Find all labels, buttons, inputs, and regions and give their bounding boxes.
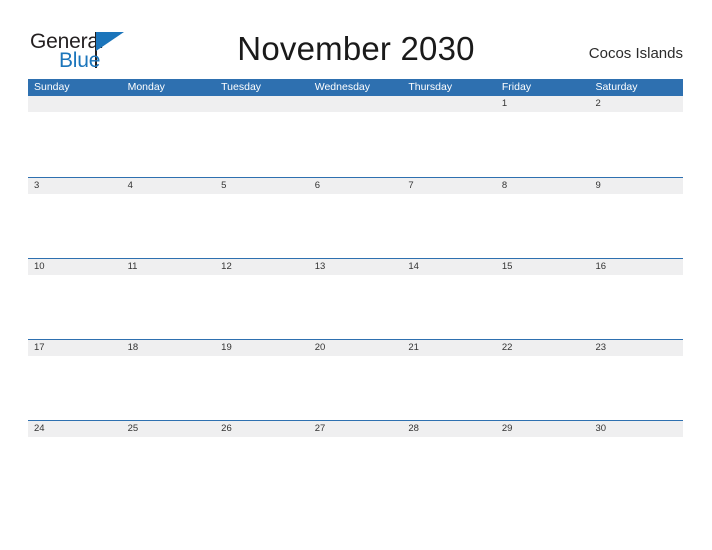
day-cell-date[interactable]: 17	[28, 340, 122, 356]
day-cell-body[interactable]	[28, 275, 122, 339]
weekday-tuesday: Tuesday	[221, 81, 262, 93]
day-cell-date[interactable]: 30	[589, 421, 683, 437]
day-cell-date[interactable]: 25	[122, 421, 216, 437]
day-cell-date[interactable]: 5	[215, 178, 309, 194]
week-row: 24 25 26 27 28 29 30	[28, 420, 683, 501]
day-cell-date[interactable]: 9	[589, 178, 683, 194]
week-body	[28, 437, 683, 501]
day-cell-body[interactable]	[215, 112, 309, 176]
day-cell-body[interactable]	[589, 194, 683, 258]
day-cell-date[interactable]: 19	[215, 340, 309, 356]
week-body	[28, 194, 683, 258]
weekday-sunday: Sunday	[34, 81, 70, 93]
week-body	[28, 112, 683, 176]
week-date-band: 24 25 26 27 28 29 30	[28, 421, 683, 437]
day-cell-body[interactable]	[28, 437, 122, 501]
location-label: Cocos Islands	[588, 45, 683, 62]
day-cell-body[interactable]	[309, 275, 403, 339]
day-cell-date[interactable]: 1	[496, 96, 590, 112]
day-cell-date[interactable]: 21	[402, 340, 496, 356]
day-cell-body[interactable]	[496, 356, 590, 420]
day-cell-date[interactable]: 24	[28, 421, 122, 437]
weekday-friday: Friday	[501, 81, 532, 93]
page-header: General Blue November 2030 Cocos Islands	[0, 0, 712, 78]
day-cell-date[interactable]	[28, 96, 122, 112]
day-cell-date[interactable]: 14	[402, 259, 496, 275]
day-cell-date[interactable]	[309, 96, 403, 112]
calendar-page: General Blue November 2030 Cocos Islands…	[0, 0, 712, 550]
day-cell-body[interactable]	[309, 356, 403, 420]
day-cell-date[interactable]: 6	[309, 178, 403, 194]
day-cell-body[interactable]	[122, 112, 216, 176]
day-cell-date[interactable]: 12	[215, 259, 309, 275]
week-date-band: 17 18 19 20 21 22 23	[28, 340, 683, 356]
weekday-wednesday: Wednesday	[314, 81, 370, 93]
day-cell-body[interactable]	[215, 356, 309, 420]
day-cell-body[interactable]	[402, 194, 496, 258]
day-cell-body[interactable]	[589, 437, 683, 501]
weekday-thursday: Thursday	[408, 81, 453, 93]
day-cell-body[interactable]	[589, 112, 683, 176]
day-cell-date[interactable]: 22	[496, 340, 590, 356]
day-cell-body[interactable]	[28, 194, 122, 258]
day-cell-date[interactable]: 11	[122, 259, 216, 275]
day-cell-date[interactable]	[215, 96, 309, 112]
day-cell-body[interactable]	[402, 437, 496, 501]
day-cell-body[interactable]	[309, 194, 403, 258]
day-cell-body[interactable]	[215, 194, 309, 258]
day-cell-body[interactable]	[122, 275, 216, 339]
day-cell-body[interactable]	[402, 112, 496, 176]
day-cell-body[interactable]	[28, 356, 122, 420]
day-cell-body[interactable]	[496, 194, 590, 258]
week-date-band: 10 11 12 13 14 15 16	[28, 259, 683, 275]
week-row: 10 11 12 13 14 15 16	[28, 258, 683, 339]
day-cell-body[interactable]	[589, 275, 683, 339]
week-row: 3 4 5 6 7 8 9	[28, 177, 683, 258]
day-cell-date[interactable]: 4	[122, 178, 216, 194]
day-cell-body[interactable]	[122, 437, 216, 501]
day-cell-body[interactable]	[28, 112, 122, 176]
week-body	[28, 356, 683, 420]
day-cell-body[interactable]	[496, 437, 590, 501]
day-cell-body[interactable]	[589, 356, 683, 420]
week-row: 17 18 19 20 21 22 23	[28, 339, 683, 420]
day-cell-body[interactable]	[496, 112, 590, 176]
day-cell-date[interactable]: 2	[589, 96, 683, 112]
day-cell-date[interactable]: 26	[215, 421, 309, 437]
day-cell-body[interactable]	[309, 437, 403, 501]
day-cell-date[interactable]: 20	[309, 340, 403, 356]
day-cell-date[interactable]: 3	[28, 178, 122, 194]
day-cell-date[interactable]: 16	[589, 259, 683, 275]
day-cell-body[interactable]	[122, 194, 216, 258]
day-cell-body[interactable]	[122, 356, 216, 420]
day-cell-date[interactable]: 27	[309, 421, 403, 437]
day-cell-date[interactable]	[122, 96, 216, 112]
week-date-band: 3 4 5 6 7 8 9	[28, 178, 683, 194]
day-cell-date[interactable]: 7	[402, 178, 496, 194]
day-cell-body[interactable]	[402, 356, 496, 420]
day-cell-date[interactable]: 8	[496, 178, 590, 194]
weekday-monday: Monday	[127, 81, 165, 93]
day-cell-body[interactable]	[402, 275, 496, 339]
day-cell-body[interactable]	[215, 437, 309, 501]
day-cell-body[interactable]	[309, 112, 403, 176]
calendar-grid: Sunday Monday Tuesday Wednesday Thursday…	[28, 79, 683, 501]
weekday-header-row: Sunday Monday Tuesday Wednesday Thursday…	[28, 79, 683, 96]
day-cell-date[interactable]: 23	[589, 340, 683, 356]
day-cell-body[interactable]	[496, 275, 590, 339]
week-date-band: 1 2	[28, 96, 683, 112]
day-cell-date[interactable]: 28	[402, 421, 496, 437]
week-row: 1 2	[28, 96, 683, 177]
day-cell-date[interactable]: 18	[122, 340, 216, 356]
day-cell-date[interactable]: 10	[28, 259, 122, 275]
day-cell-date[interactable]: 29	[496, 421, 590, 437]
day-cell-body[interactable]	[215, 275, 309, 339]
day-cell-date[interactable]: 13	[309, 259, 403, 275]
week-body	[28, 275, 683, 339]
day-cell-date[interactable]	[402, 96, 496, 112]
weekday-saturday: Saturday	[595, 81, 638, 93]
day-cell-date[interactable]: 15	[496, 259, 590, 275]
